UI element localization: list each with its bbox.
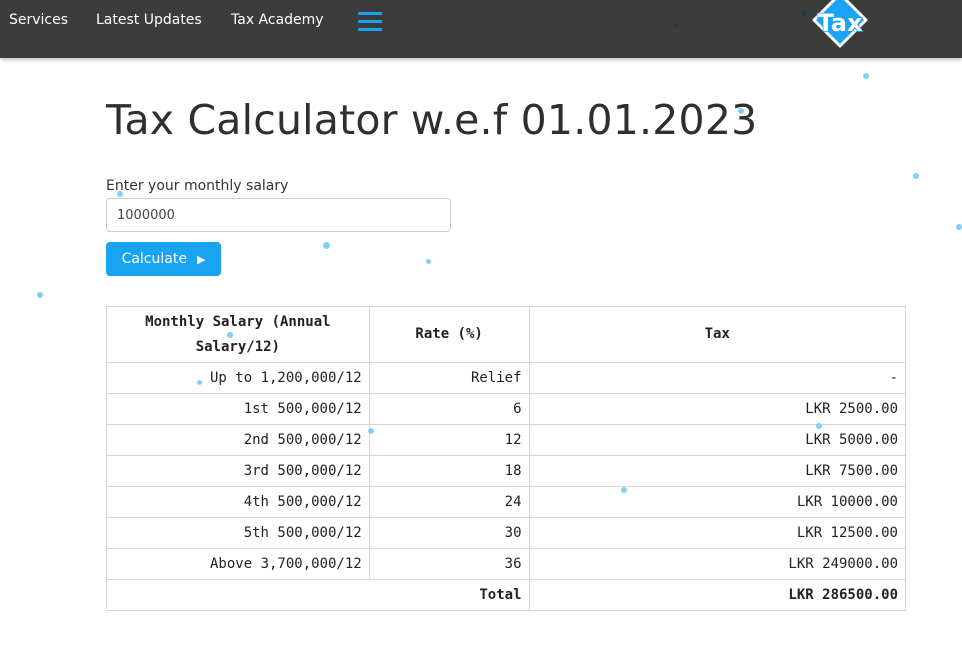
table-row: 5th 500,000/12 30 LKR 12500.00 [106,517,907,549]
table-row: Up to 1,200,000/12 Relief - [106,362,907,394]
table-row: 4th 500,000/12 24 LKR 10000.00 [106,486,907,518]
nav-item-tax-academy[interactable]: Tax Academy [231,12,324,28]
bracket-cell: 4th 500,000/12 [106,486,370,518]
hamburger-menu-icon[interactable] [358,12,382,32]
page-title: Tax Calculator w.e.f 01.01.2023 [106,96,758,144]
nav-item-services[interactable]: Services [9,12,68,28]
tax-cell: LKR 2500.00 [528,393,907,425]
tax-logo[interactable]: Tax [808,0,872,52]
rate-cell: 6 [368,393,530,425]
bracket-cell: 1st 500,000/12 [106,393,370,425]
rate-cell: 18 [368,455,530,487]
bracket-cell: 5th 500,000/12 [106,517,370,549]
rate-cell: 24 [368,486,530,518]
header-tax: Tax [528,306,907,363]
top-navbar: Services Latest Updates Tax Academy Tax [0,0,962,58]
tax-cell: LKR 12500.00 [528,517,907,549]
total-row: Total LKR 286500.00 [106,579,907,611]
salary-input[interactable] [106,198,451,232]
bracket-cell: Above 3,700,000/12 [106,548,370,580]
rate-cell: 36 [368,548,530,580]
tax-cell: LKR 7500.00 [528,455,907,487]
salary-label: Enter your monthly salary [106,178,289,194]
nav-item-latest-updates[interactable]: Latest Updates [96,12,202,28]
header-rate: Rate (%) [368,306,530,363]
logo-text: Tax [818,9,863,37]
bracket-cell: 2nd 500,000/12 [106,424,370,456]
tax-cell: LKR 5000.00 [528,424,907,456]
bracket-cell: Up to 1,200,000/12 [106,362,370,394]
table-row: 1st 500,000/12 6 LKR 2500.00 [106,393,907,425]
tax-cell: LKR 10000.00 [528,486,907,518]
play-icon: ▶ [196,252,206,266]
rate-cell: 30 [368,517,530,549]
tax-cell: - [528,362,907,394]
table-row: Above 3,700,000/12 36 LKR 249000.00 [106,548,907,580]
total-label: Total [106,579,530,611]
total-value: LKR 286500.00 [528,579,907,611]
table-row: 2nd 500,000/12 12 LKR 5000.00 [106,424,907,456]
tax-table: Monthly Salary (Annual Salary/12) Rate (… [106,306,907,611]
rate-cell: 12 [368,424,530,456]
calculate-button[interactable]: Calculate ▶ [106,242,221,276]
header-monthly-salary: Monthly Salary (Annual Salary/12) [106,306,370,363]
rate-cell: Relief [368,362,530,394]
table-row: 3rd 500,000/12 18 LKR 7500.00 [106,455,907,487]
calculate-button-label: Calculate [121,251,187,267]
bracket-cell: 3rd 500,000/12 [106,455,370,487]
tax-cell: LKR 249000.00 [528,548,907,580]
